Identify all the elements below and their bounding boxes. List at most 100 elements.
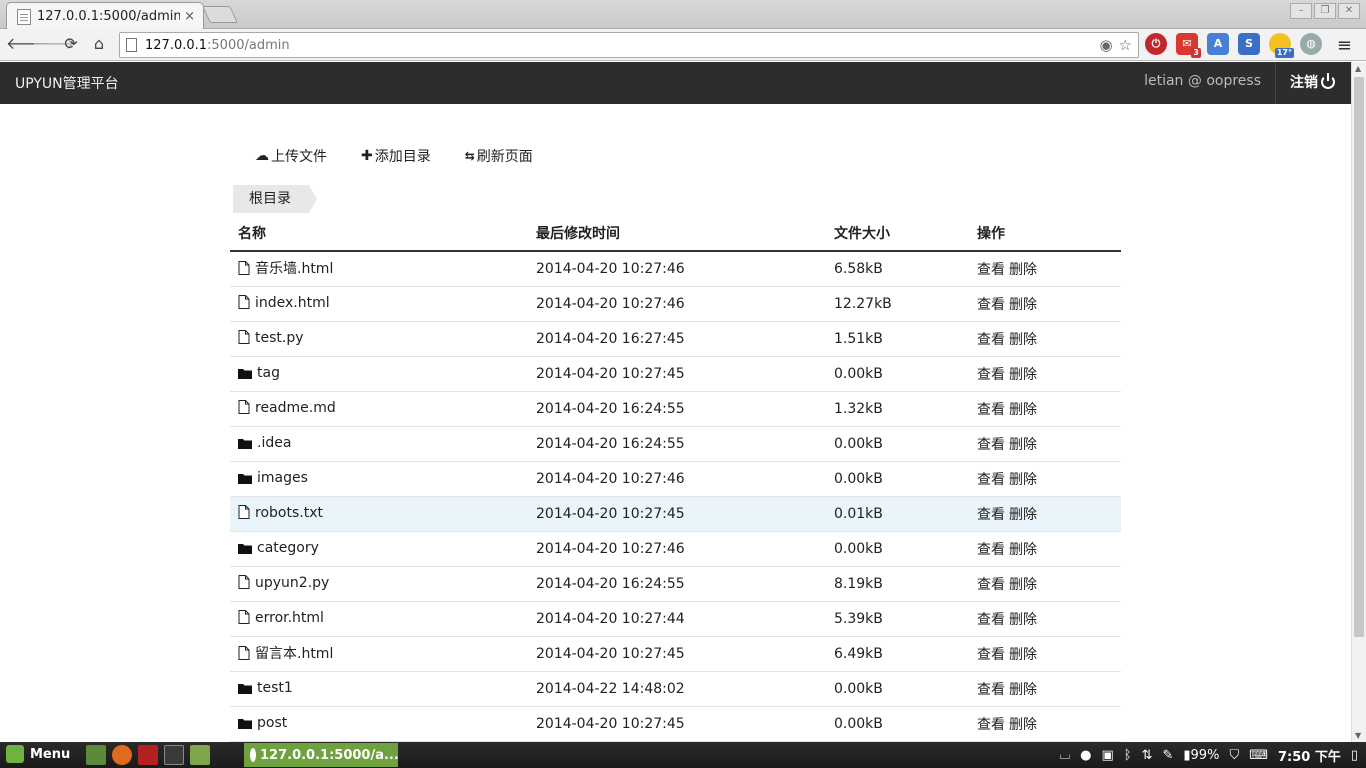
home-icon[interactable]: ⌂ — [88, 33, 110, 55]
file-name-link[interactable]: category — [257, 540, 319, 556]
file-name-link[interactable]: .idea — [257, 435, 291, 451]
view-link[interactable]: 查看 — [977, 682, 1005, 698]
chrome-menu-icon[interactable]: ≡ — [1337, 35, 1352, 56]
file-name-link[interactable]: test1 — [257, 680, 293, 696]
scroll-down-icon[interactable]: ▼ — [1355, 731, 1361, 740]
logout-button[interactable]: 注销 — [1290, 72, 1335, 92]
view-link[interactable]: 查看 — [977, 647, 1005, 663]
firefox-icon[interactable] — [112, 745, 132, 765]
file-name-link[interactable]: readme.md — [255, 400, 336, 416]
browser-tab[interactable]: 127.0.0.1:5000/admin × — [6, 2, 204, 30]
page-info-icon[interactable] — [126, 38, 137, 52]
view-link[interactable]: 查看 — [977, 367, 1005, 383]
view-link[interactable]: 查看 — [977, 612, 1005, 628]
delete-link[interactable]: 删除 — [1009, 612, 1037, 628]
cell-name[interactable]: test.py — [230, 321, 528, 357]
delete-link[interactable]: 删除 — [1009, 367, 1037, 383]
file-name-link[interactable]: error.html — [255, 610, 324, 626]
refresh-button[interactable]: ⇆ 刷新页面 — [465, 146, 533, 166]
cell-name[interactable]: category — [230, 531, 528, 567]
lightbulb-icon[interactable]: ◉ — [1099, 36, 1112, 54]
delete-link[interactable]: 删除 — [1009, 507, 1037, 523]
files-icon[interactable] — [190, 745, 210, 765]
view-link[interactable]: 查看 — [977, 717, 1005, 733]
add-directory-button[interactable]: ✚ 添加目录 — [361, 146, 431, 166]
file-name-link[interactable]: index.html — [255, 295, 330, 311]
translate-icon[interactable]: A — [1207, 33, 1229, 55]
file-name-link[interactable]: robots.txt — [255, 505, 323, 521]
show-desktop-icon[interactable]: ▯ — [1351, 748, 1358, 763]
address-bar[interactable]: 127.0.0.1:5000/admin ◉ ☆ — [119, 32, 1139, 58]
header-name[interactable]: 名称 — [230, 216, 528, 252]
taskbar-window-chrome[interactable]: 127.0.0.1:5000/a... — [244, 743, 399, 767]
cell-name[interactable]: 留言本.html — [230, 636, 528, 672]
cell-name[interactable]: images — [230, 461, 528, 497]
network-icon[interactable]: ⇅ — [1142, 748, 1153, 763]
shield-icon[interactable]: ⛉ — [1229, 748, 1239, 763]
file-name-link[interactable]: tag — [257, 365, 280, 381]
user-label[interactable]: letian @ oopress — [1144, 73, 1261, 89]
cell-name[interactable]: 音乐墙.html — [230, 251, 528, 287]
tray-minimize-icon[interactable]: ⌴ — [1060, 748, 1070, 763]
app-brand[interactable]: UPYUN管理平台 — [15, 73, 119, 93]
start-menu-button[interactable]: Menu — [6, 745, 70, 763]
file-name-link[interactable]: 音乐墙.html — [255, 261, 333, 277]
view-link[interactable]: 查看 — [977, 297, 1005, 313]
delete-link[interactable]: 删除 — [1009, 577, 1037, 593]
cell-name[interactable]: readme.md — [230, 391, 528, 427]
cell-name[interactable]: post — [230, 706, 528, 742]
delete-link[interactable]: 删除 — [1009, 647, 1037, 663]
tab-close-icon[interactable]: × — [184, 9, 195, 24]
breadcrumb-root[interactable]: 根目录 — [233, 185, 317, 213]
cell-name[interactable]: index.html — [230, 286, 528, 322]
new-tab-button[interactable] — [202, 6, 238, 23]
close-window-icon[interactable]: ✕ — [1338, 3, 1360, 19]
scroll-up-icon[interactable]: ▲ — [1355, 64, 1361, 73]
view-link[interactable]: 查看 — [977, 472, 1005, 488]
bookmark-star-icon[interactable]: ☆ — [1119, 36, 1132, 54]
view-link[interactable]: 查看 — [977, 437, 1005, 453]
file-name-link[interactable]: upyun2.py — [255, 575, 329, 591]
view-link[interactable]: 查看 — [977, 332, 1005, 348]
delete-link[interactable]: 删除 — [1009, 542, 1037, 558]
view-link[interactable]: 查看 — [977, 262, 1005, 278]
scrollbar-thumb[interactable] — [1354, 77, 1364, 637]
adblock-icon[interactable]: ⏻ — [1145, 33, 1167, 55]
cell-name[interactable]: error.html — [230, 601, 528, 637]
pen-icon[interactable]: ✎ — [1162, 748, 1173, 763]
file-name-link[interactable]: 留言本.html — [255, 646, 333, 662]
clipboard-icon[interactable]: ▣ — [1101, 748, 1113, 763]
globe-icon[interactable]: ◍ — [1300, 33, 1322, 55]
cell-name[interactable]: .idea — [230, 426, 528, 462]
desktop-icon[interactable] — [86, 745, 106, 765]
delete-link[interactable]: 删除 — [1009, 682, 1037, 698]
sync-icon[interactable]: S — [1238, 33, 1260, 55]
delete-link[interactable]: 删除 — [1009, 262, 1037, 278]
battery-status[interactable]: ▮99% — [1183, 748, 1219, 763]
delete-link[interactable]: 删除 — [1009, 332, 1037, 348]
weather-icon[interactable]: 17° — [1269, 33, 1294, 58]
file-name-link[interactable]: images — [257, 470, 308, 486]
cell-name[interactable]: upyun2.py — [230, 566, 528, 602]
clock[interactable]: 7:50 下午 — [1278, 746, 1341, 765]
cell-name[interactable]: test1 — [230, 671, 528, 707]
view-link[interactable]: 查看 — [977, 577, 1005, 593]
maximize-icon[interactable]: ❐ — [1314, 3, 1336, 19]
delete-link[interactable]: 删除 — [1009, 297, 1037, 313]
file-name-link[interactable]: post — [257, 715, 287, 731]
reload-icon[interactable]: ⟳ — [60, 33, 82, 55]
delete-link[interactable]: 删除 — [1009, 717, 1037, 733]
view-link[interactable]: 查看 — [977, 507, 1005, 523]
view-link[interactable]: 查看 — [977, 402, 1005, 418]
page-scrollbar[interactable]: ▲ ▼ — [1351, 62, 1366, 742]
gmail-icon[interactable]: ✉ 3 — [1176, 33, 1201, 58]
cell-name[interactable]: tag — [230, 356, 528, 392]
terminal-icon[interactable] — [164, 745, 184, 765]
back-icon[interactable]: 🡐 — [6, 33, 49, 55]
cell-name[interactable]: robots.txt — [230, 496, 528, 532]
minimize-icon[interactable]: – — [1290, 3, 1312, 19]
header-time[interactable]: 最后修改时间 — [528, 216, 826, 252]
bluetooth-icon[interactable]: ᛒ — [1124, 748, 1132, 763]
view-link[interactable]: 查看 — [977, 542, 1005, 558]
delete-link[interactable]: 删除 — [1009, 437, 1037, 453]
